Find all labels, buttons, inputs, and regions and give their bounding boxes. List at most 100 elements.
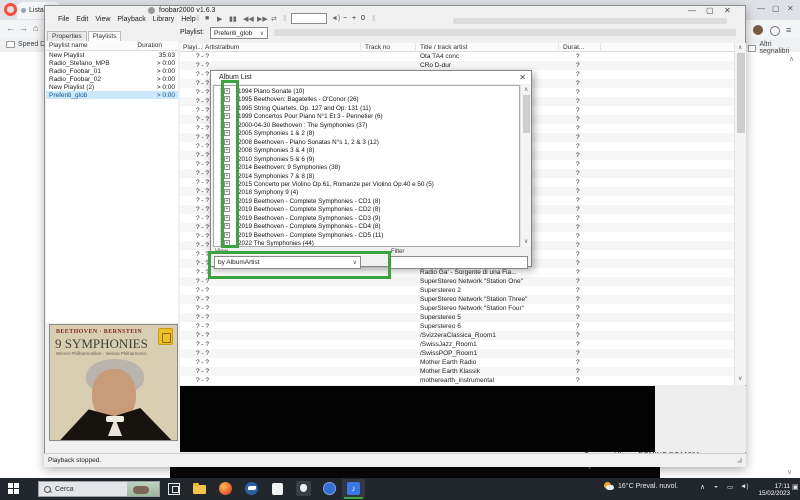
weather-text[interactable]: 16°C Preval. nuvol. [618, 483, 678, 490]
page-scroll-down-icon[interactable]: ∨ [787, 468, 792, 476]
tree-item[interactable]: 2019 Beethoven - Complete Symphonies - C… [238, 206, 380, 214]
play-icon[interactable]: ▶ [217, 15, 222, 23]
browser-minimize-icon[interactable]: — [757, 4, 765, 13]
scroll-up-icon[interactable]: ∧ [738, 44, 742, 51]
playlist-dropdown[interactable]: Preferiti_glob ∨ [210, 27, 268, 39]
column-divider[interactable] [137, 41, 138, 51]
task-view-icon[interactable] [166, 481, 182, 497]
table-row[interactable]: ? - ? Superstereo 2? [180, 286, 734, 295]
menu-help[interactable]: Help [181, 16, 195, 25]
tree-item[interactable]: 2014 Symphonies 7 & 8 (8) [238, 173, 314, 181]
playlist-row[interactable]: New Playlist 35:03 [46, 51, 178, 59]
start-button[interactable] [8, 483, 20, 495]
profile-avatar[interactable] [753, 25, 763, 35]
close-icon[interactable]: ✕ [724, 6, 731, 15]
menu-edit[interactable]: Edit [76, 16, 88, 25]
tree-item[interactable]: 2019 Beethoven - Complete Symphonies - C… [238, 198, 380, 206]
tree-item[interactable]: 1994 Piano Sonate (10) [238, 88, 305, 96]
table-row[interactable]: ? - ? motherearth_instrumental? [180, 376, 734, 385]
table-row[interactable]: ? - ? Ota TA4 conc? [180, 52, 734, 61]
tree-item[interactable]: 2005 Symphonies 1 & 2 (8) [238, 130, 314, 138]
home-icon[interactable]: ⌂ [33, 23, 38, 33]
seekbar[interactable] [453, 18, 727, 24]
tree-item[interactable]: 1995 Beethoven: Bagatelles - O'Conor (26… [238, 96, 359, 104]
tree-item[interactable]: 2008 Symphonies 3 & 4 (8) [238, 147, 314, 155]
resize-grip[interactable]: ◢ [737, 456, 742, 464]
tray-expand-icon[interactable]: ∧ [700, 483, 705, 491]
previous-icon[interactable]: ◀◀ [243, 15, 254, 23]
tree-item[interactable]: 1995 String Quartets, Op. 127 and Op. 13… [238, 105, 371, 113]
playlist-row[interactable]: Preferiti_glob > 0:00 [46, 91, 178, 99]
column-track-no[interactable]: Track no [365, 44, 390, 51]
table-row[interactable]: ? - ? Superstereo 6? [180, 322, 734, 331]
forward-icon[interactable]: → [19, 23, 28, 33]
opera-logo-icon[interactable] [4, 3, 17, 16]
globe-app-icon[interactable] [322, 481, 338, 497]
browser-menu-icon[interactable]: ≡ [786, 25, 791, 35]
playlist-scrollbar[interactable]: ∧ ∨ [734, 43, 746, 385]
dialog-titlebar[interactable]: Album List ✕ [211, 71, 531, 84]
playlist-row[interactable]: New Playlist (2) > 0:00 [46, 83, 178, 91]
taskbar-search[interactable]: Cerca [38, 481, 160, 497]
menu-view[interactable]: View [95, 16, 110, 25]
next-icon[interactable]: ▶▶ [257, 15, 268, 23]
firefox-icon[interactable] [218, 481, 234, 497]
column-artist-album[interactable]: Artist/album [205, 44, 239, 51]
volume-minus[interactable]: − [343, 15, 347, 22]
tree-item[interactable]: 2022 The Symphonies (44) [238, 240, 314, 246]
playlist-row[interactable]: Radio_Foobar_01 > 0:00 [46, 67, 178, 75]
menu-file[interactable]: File [58, 16, 69, 25]
playlist-row[interactable]: Radio_Stefano_MPB > 0:00 [46, 59, 178, 67]
tree-item[interactable]: 2019 Beethoven - Complete Symphonies - C… [238, 223, 380, 231]
scroll-down-icon[interactable]: ∨ [738, 375, 742, 382]
table-row[interactable]: ? - ? /SwissPOP_Room1? [180, 349, 734, 358]
pause-icon[interactable]: ▮▮ [229, 15, 237, 23]
column-title[interactable]: Title / track artist [420, 44, 467, 51]
file-explorer-icon[interactable] [192, 481, 208, 497]
dialog-close-icon[interactable]: ✕ [519, 73, 526, 82]
column-duration[interactable]: Durat... [563, 44, 584, 51]
menu-playback[interactable]: Playback [117, 16, 145, 25]
tab-properties[interactable]: Properties [47, 31, 87, 41]
tab-playlists[interactable]: Playlists [87, 31, 122, 41]
volume-plus[interactable]: + [352, 15, 356, 22]
browser-maximize-icon[interactable]: ▢ [772, 4, 780, 13]
taskbar-clock[interactable]: 17:11 15/02/2023 [756, 483, 790, 497]
playlist-row[interactable]: Radio_Foobar_02 > 0:00 [46, 75, 178, 83]
table-row[interactable]: ? - ? Superstereo 5? [180, 313, 734, 322]
tree-item[interactable]: 2019 Beethoven - Complete Symphonies - C… [238, 215, 380, 223]
tree-item[interactable]: 1999 Concertos Pour Piano N°1 Et 3 - Pen… [238, 113, 383, 121]
tray-network-icon[interactable]: ◒ [714, 483, 718, 490]
music-app-tile[interactable]: ♪ [342, 479, 365, 499]
tree-item[interactable]: 2015 Concerto per Violino Op.61, Romanze… [238, 181, 434, 189]
notes-app-icon[interactable] [270, 481, 286, 497]
tree-item[interactable]: 2018 Symphony 9 (4) [238, 189, 298, 197]
table-row[interactable]: ? - ? SuperStereo Network "Station Three"… [180, 295, 734, 304]
minimize-icon[interactable]: — [688, 6, 696, 15]
column-playing[interactable]: Playi... [183, 44, 203, 51]
account-icon[interactable] [770, 26, 780, 36]
table-row[interactable]: ? - ? SuperStereo Network "Station Four"? [180, 304, 734, 313]
scroll-up-icon[interactable]: ∧ [524, 86, 528, 93]
maximize-icon[interactable]: ▢ [706, 6, 714, 15]
scroll-thumb[interactable] [523, 95, 530, 133]
back-icon[interactable]: ← [6, 23, 15, 33]
table-row[interactable]: ? - ? /SwissJazz_Room1? [180, 340, 734, 349]
tree-item[interactable]: 2000-04-30 Beethoven : The Symphonies (3… [238, 122, 367, 130]
table-row[interactable]: ? - ? CRo D-dur? [180, 61, 734, 70]
dialog-scrollbar[interactable]: ∧ ∨ [520, 85, 531, 247]
dark-app-icon[interactable] [296, 481, 312, 497]
tree-item[interactable]: 2010 Symphonies 5 & 6 (9) [238, 156, 314, 164]
column-playlist-name[interactable]: Playlist name [49, 42, 88, 49]
tray-volume-icon[interactable]: ◄) [740, 483, 749, 490]
filter-input[interactable] [389, 256, 528, 269]
stop-icon[interactable]: ■ [205, 15, 209, 22]
random-icon[interactable]: ⇄ [271, 15, 277, 23]
thunderbird-icon[interactable] [244, 481, 260, 497]
notification-icon[interactable]: ▣ [792, 483, 799, 491]
page-scroll-up-icon[interactable]: ∧ [789, 55, 794, 63]
search-input[interactable] [291, 13, 327, 24]
tray-display-icon[interactable]: ▭ [727, 483, 733, 491]
menu-library[interactable]: Library [153, 16, 174, 25]
scroll-down-icon[interactable]: ∨ [524, 238, 528, 245]
